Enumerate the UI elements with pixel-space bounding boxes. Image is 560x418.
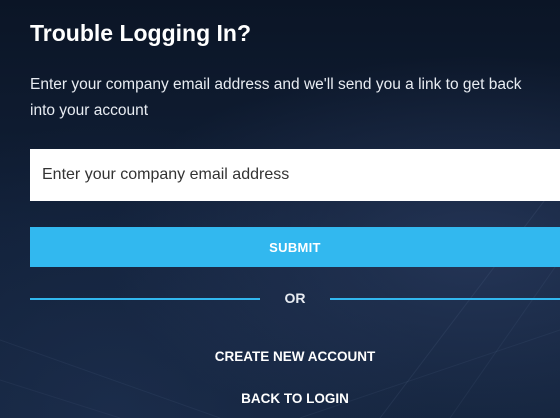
instructions-text: Enter your company email address and we'… — [30, 76, 522, 119]
back-to-login-link[interactable]: BACK TO LOGIN — [30, 391, 560, 406]
divider-line-left — [30, 298, 260, 300]
email-input[interactable] — [30, 149, 560, 201]
page-title: Trouble Logging In? — [30, 20, 252, 46]
create-account-link[interactable]: CREATE NEW ACCOUNT — [30, 349, 560, 364]
divider-line-right — [330, 298, 560, 300]
divider-text: OR — [284, 290, 306, 306]
submit-button[interactable]: SUBMIT — [30, 227, 560, 267]
or-divider: OR — [30, 288, 560, 310]
forgot-password-screen: Trouble Logging In? Enter your company e… — [0, 0, 560, 418]
